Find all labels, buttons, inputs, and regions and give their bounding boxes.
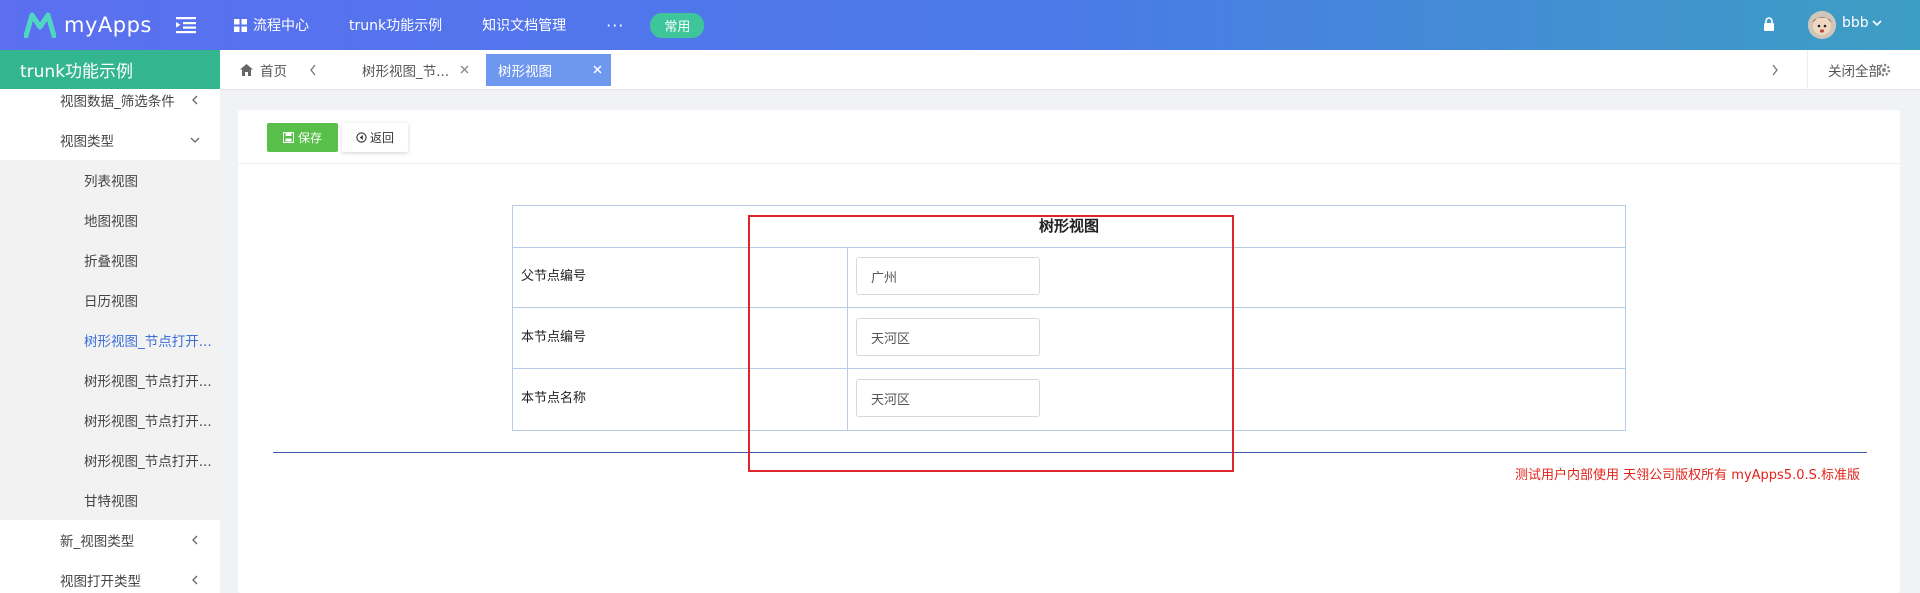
- form-label: 本节点名称: [521, 391, 587, 406]
- sidebar-item-view-types[interactable]: 视图类型: [0, 120, 220, 160]
- form-row-node-name: 本节点名称: [513, 369, 1625, 430]
- tab-tree-view-node[interactable]: 树形视图_节...: [350, 54, 478, 86]
- sidebar-item-view-open-types[interactable]: 视图打开类型: [0, 560, 220, 593]
- chevron-right-icon[interactable]: [1770, 64, 1780, 76]
- logo-icon: [24, 12, 56, 38]
- sidebar-item-label: 地图视图: [84, 214, 138, 230]
- tab-home[interactable]: 首页: [240, 50, 287, 90]
- cell-divider: [847, 247, 848, 307]
- close-icon[interactable]: [592, 64, 603, 75]
- form-label: 本节点编号: [521, 330, 587, 345]
- close-icon[interactable]: [459, 64, 470, 75]
- tab-home-label: 首页: [260, 64, 287, 80]
- sidebar-title: trunk功能示例: [0, 50, 220, 89]
- sidebar-item-list-view[interactable]: 列表视图: [0, 160, 220, 200]
- chevron-down-icon: [190, 137, 200, 143]
- tab-tree-view[interactable]: 树形视图: [486, 54, 611, 86]
- user-name[interactable]: bbb: [1842, 15, 1869, 31]
- sidebar-item-view-data-filter[interactable]: 视图数据_筛选条件: [0, 89, 220, 120]
- parent-node-id-input[interactable]: [856, 257, 1040, 295]
- form-title: 树形视图: [513, 206, 1625, 248]
- sidebar-item-tree-view-2[interactable]: 树形视图_节点打开...: [0, 360, 220, 400]
- sidebar-item-label: 日历视图: [84, 294, 138, 310]
- grid-icon: [234, 18, 247, 32]
- toolbar-divider: [238, 163, 1900, 164]
- sidebar-item-fold-view[interactable]: 折叠视图: [0, 240, 220, 280]
- tree-view-form: 树形视图 父节点编号 本节点编号 本节点名称: [512, 205, 1626, 431]
- tab-bar: 首页 树形视图_节... 树形视图 关闭全部: [220, 50, 1920, 90]
- gear-icon[interactable]: [1877, 63, 1891, 77]
- avatar[interactable]: [1808, 11, 1836, 39]
- back-button-label: 返回: [369, 131, 394, 145]
- sidebar-item-new-view-types[interactable]: 新_视图类型: [0, 520, 220, 560]
- sidebar-item-label: 树形视图_节点打开...: [84, 334, 212, 350]
- top-bar: myApps 流程中心 trunk功能示例 知识文档管理 ··· 常用 bbb: [0, 0, 1920, 50]
- form-row-node-id: 本节点编号: [513, 308, 1625, 369]
- save-button-label: 保存: [297, 131, 322, 145]
- close-all-tabs-button[interactable]: 关闭全部: [1807, 50, 1882, 90]
- form-row-parent-node-id: 父节点编号: [513, 247, 1625, 308]
- more-icon[interactable]: ···: [606, 16, 624, 35]
- save-icon: [282, 132, 294, 143]
- avatar-face-icon: [1808, 11, 1836, 39]
- sidebar-item-label: 视图数据_筛选条件: [60, 94, 175, 110]
- sidebar: 视图数据_筛选条件 视图类型 列表视图 地图视图 折叠视图 日历视图 树形视图_…: [0, 89, 220, 593]
- nav-item-label: 流程中心: [253, 18, 309, 34]
- back-button[interactable]: 返回: [342, 123, 408, 152]
- sidebar-item-label: 折叠视图: [84, 254, 138, 270]
- sidebar-item-label: 视图打开类型: [60, 574, 141, 590]
- sidebar-item-gantt-view[interactable]: 甘特视图: [0, 480, 220, 520]
- node-id-input[interactable]: [856, 318, 1040, 356]
- sidebar-item-tree-view-3[interactable]: 树形视图_节点打开...: [0, 400, 220, 440]
- cell-divider: [847, 369, 848, 430]
- menu-toggle-icon[interactable]: [176, 16, 196, 34]
- copyright-text: 测试用户内部使用 天翎公司版权所有 myApps5.0.S.标准版: [1515, 468, 1860, 483]
- footer-divider: [273, 452, 1867, 453]
- lock-icon[interactable]: [1763, 17, 1775, 31]
- cell-divider: [847, 308, 848, 368]
- save-button[interactable]: 保存: [267, 123, 338, 152]
- sidebar-item-label: 新_视图类型: [60, 534, 135, 550]
- app-name: myApps: [64, 13, 152, 37]
- nav-item-knowledge-docs[interactable]: 知识文档管理: [482, 15, 566, 35]
- sidebar-item-tree-view-4[interactable]: 树形视图_节点打开...: [0, 440, 220, 480]
- tab-label: 树形视图_节...: [362, 64, 450, 80]
- nav-item-process-center[interactable]: 流程中心: [234, 15, 309, 35]
- content-panel: 保存 返回 树形视图 父节点编号 本节点编号 本节点名称 测试用户内部使用 天翎…: [238, 110, 1900, 593]
- app-logo[interactable]: myApps: [24, 10, 152, 40]
- common-pill-button[interactable]: 常用: [650, 12, 705, 38]
- top-nav: 流程中心 trunk功能示例 知识文档管理 ··· 常用: [234, 0, 705, 50]
- tab-label: 树形视图: [498, 64, 552, 80]
- back-icon: [356, 132, 367, 143]
- chevron-left-icon[interactable]: [308, 64, 318, 76]
- chevron-down-icon[interactable]: [1872, 19, 1882, 27]
- chevron-left-icon: [192, 575, 198, 585]
- sidebar-item-label: 树形视图_节点打开...: [84, 414, 212, 430]
- sidebar-item-map-view[interactable]: 地图视图: [0, 200, 220, 240]
- sidebar-item-label: 树形视图_节点打开...: [84, 454, 212, 470]
- sidebar-item-label: 列表视图: [84, 174, 138, 190]
- sidebar-item-label: 甘特视图: [84, 494, 138, 510]
- chevron-left-icon: [192, 535, 198, 545]
- home-icon: [240, 64, 253, 76]
- nav-item-trunk[interactable]: trunk功能示例: [349, 15, 442, 35]
- node-name-input[interactable]: [856, 379, 1040, 417]
- sidebar-item-tree-view-1[interactable]: 树形视图_节点打开...: [0, 320, 220, 360]
- form-label: 父节点编号: [521, 269, 587, 284]
- chevron-left-icon: [192, 95, 198, 105]
- sidebar-item-label: 树形视图_节点打开...: [84, 374, 212, 390]
- sidebar-item-label: 视图类型: [60, 134, 114, 150]
- sidebar-item-calendar-view[interactable]: 日历视图: [0, 280, 220, 320]
